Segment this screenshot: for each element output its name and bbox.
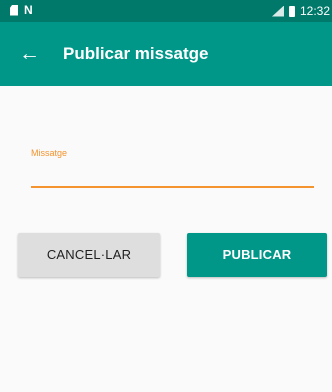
status-icons-left: N: [10, 4, 33, 16]
page-title: Publicar missatge: [63, 44, 209, 63]
back-arrow-icon[interactable]: ←: [12, 22, 52, 86]
n-icon: N: [24, 3, 33, 17]
status-bar: N 12:32: [0, 0, 332, 22]
status-icons-right: 12:32: [271, 4, 330, 18]
status-time: 12:32: [299, 4, 330, 18]
signal-icon: [271, 5, 284, 17]
publish-button[interactable]: PUBLICAR: [187, 233, 327, 277]
battery-icon: [288, 5, 295, 17]
message-field-label: Missatge: [31, 148, 68, 158]
message-input[interactable]: [31, 160, 314, 188]
cancel-button[interactable]: CANCEL·LAR: [18, 233, 160, 277]
app-bar: ← Publicar missatge: [0, 22, 332, 86]
sd-card-icon: [10, 4, 18, 16]
